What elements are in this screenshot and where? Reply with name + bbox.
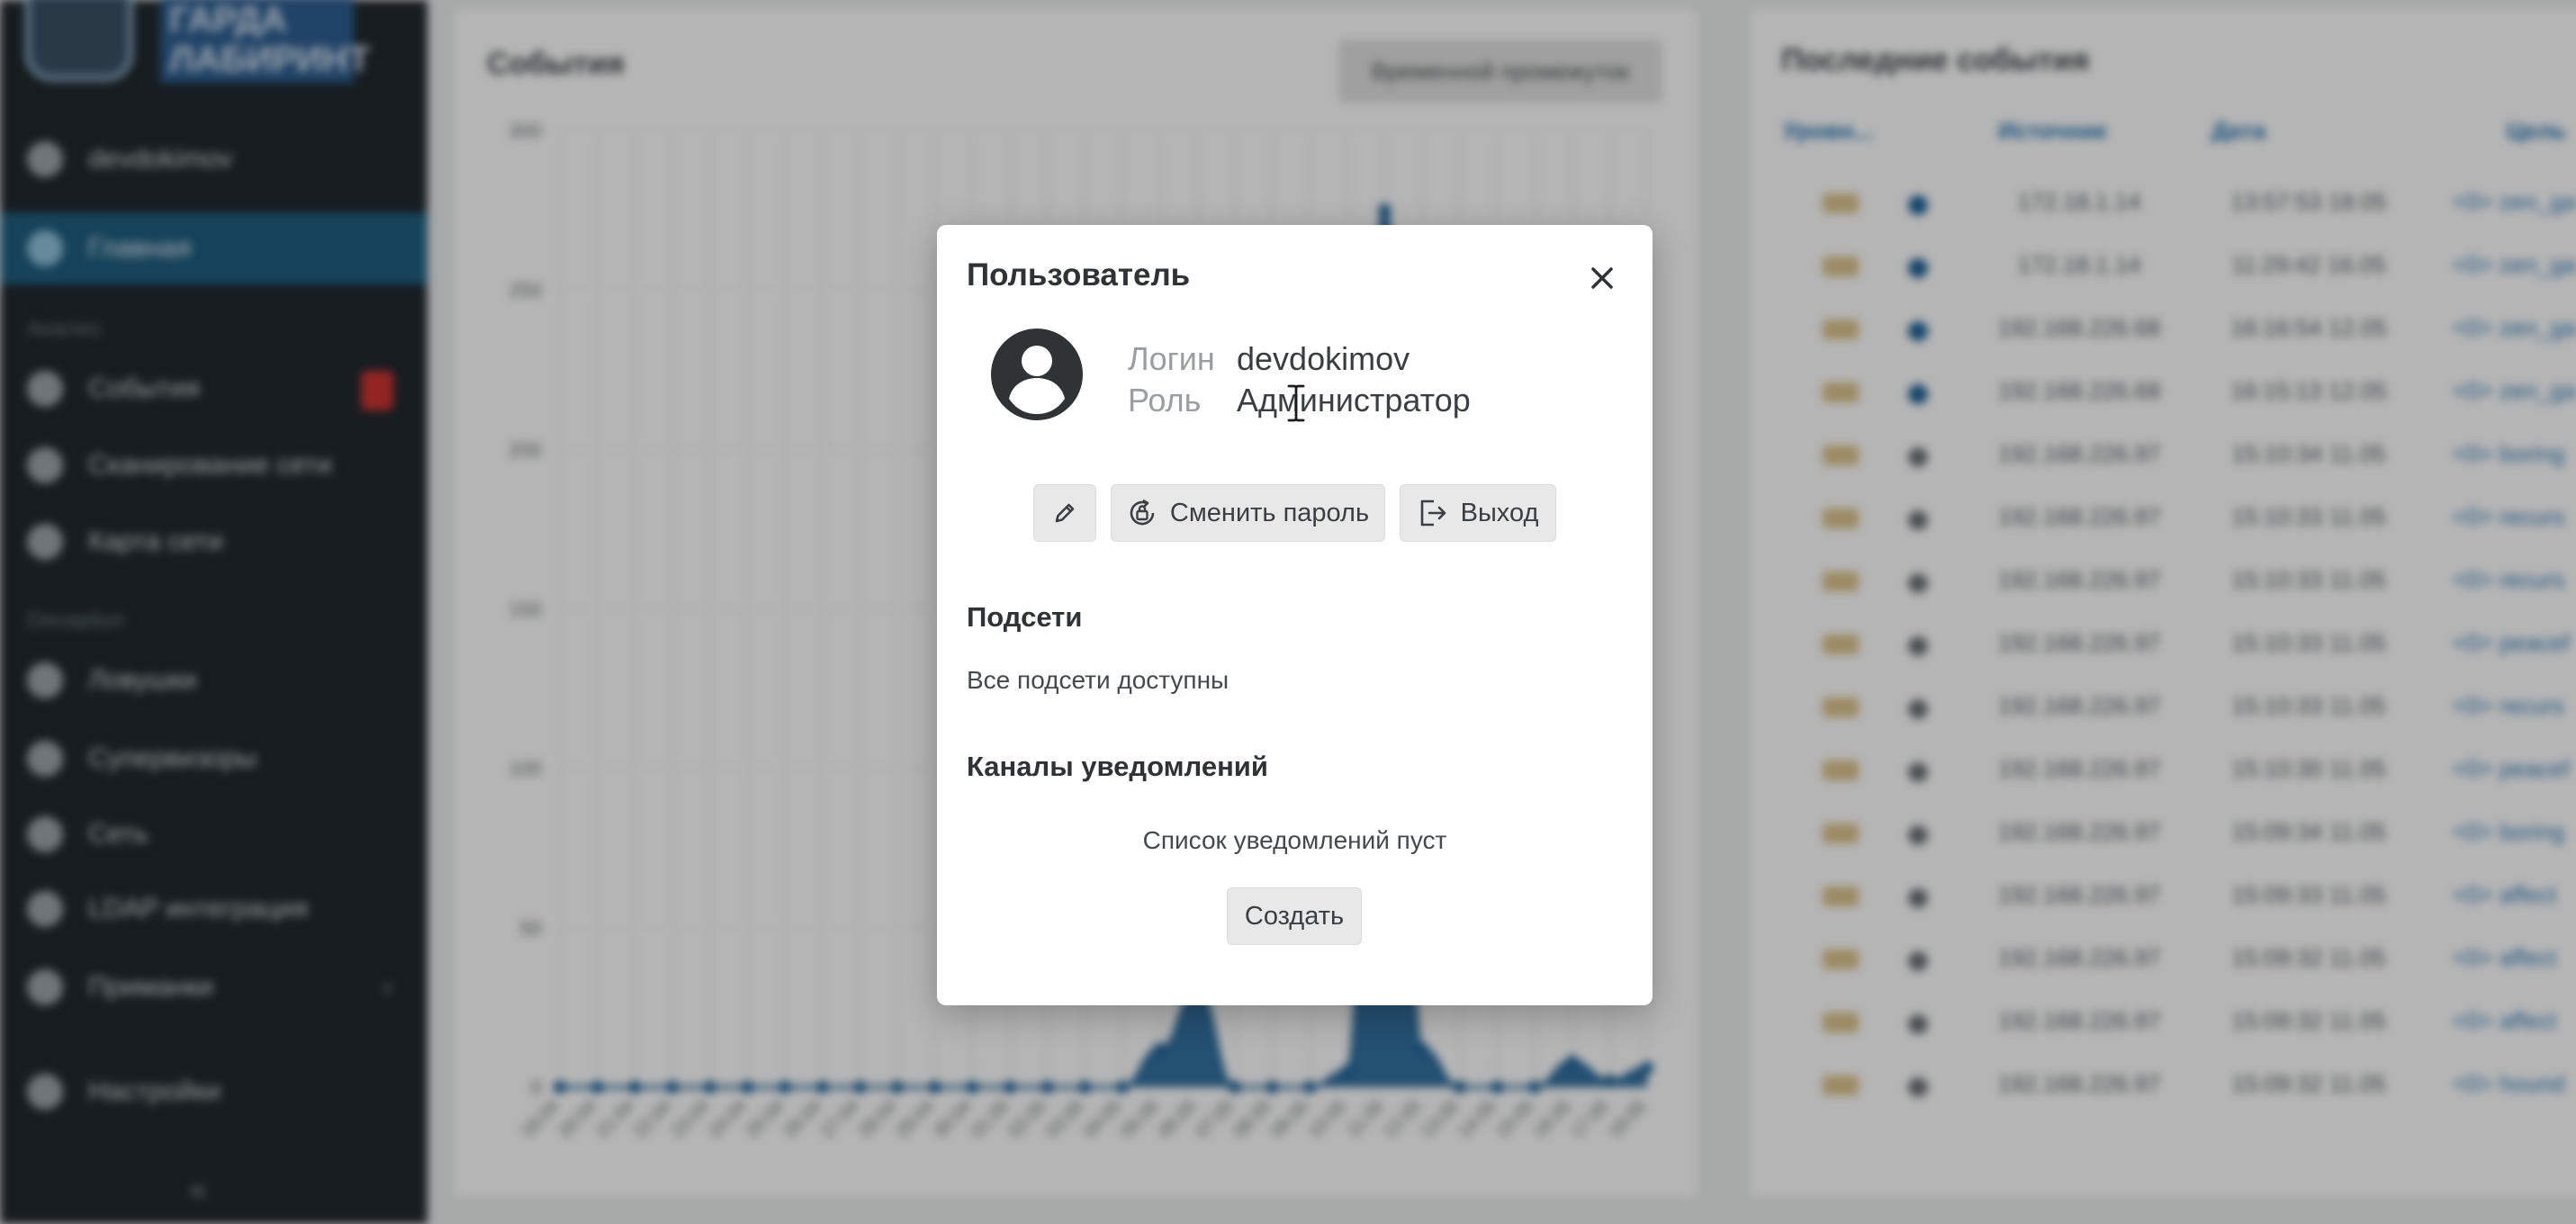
logout-button[interactable]: Выход xyxy=(1400,484,1556,542)
lock-reset-icon xyxy=(1130,499,1155,526)
app-root: ГАРДА ЛАБИРИНТ devdokimov Главная Анализ… xyxy=(0,0,2576,1224)
subnets-title: Подсети xyxy=(967,601,1083,633)
role-label: Роль xyxy=(1128,382,1202,418)
role-value: Администратор xyxy=(1237,382,1471,418)
logout-icon xyxy=(1420,500,1446,526)
user-dialog: Пользователь Логин devdokimov Роль Админ… xyxy=(937,225,1653,1005)
text-cursor-icon xyxy=(1287,384,1305,422)
close-button[interactable] xyxy=(1581,257,1623,299)
user-avatar-icon xyxy=(991,328,1083,420)
login-label: Логин xyxy=(1128,340,1215,377)
logout-label: Выход xyxy=(1460,498,1539,527)
dialog-title: Пользователь xyxy=(967,257,1191,292)
notification-channels-empty: Список уведомлений пуст xyxy=(1142,826,1447,854)
create-channel-button[interactable]: Создать xyxy=(1227,887,1362,945)
edit-pencil-icon xyxy=(1055,503,1075,523)
edit-button[interactable] xyxy=(1033,484,1096,542)
login-value: devdokimov xyxy=(1237,340,1410,377)
change-password-button[interactable]: Сменить пароль xyxy=(1111,484,1385,542)
change-password-label: Сменить пароль xyxy=(1169,498,1370,527)
subnets-text: Все подсети доступны xyxy=(967,666,1229,694)
notification-channels-title: Каналы уведомлений xyxy=(967,751,1268,782)
close-icon xyxy=(1591,267,1613,289)
